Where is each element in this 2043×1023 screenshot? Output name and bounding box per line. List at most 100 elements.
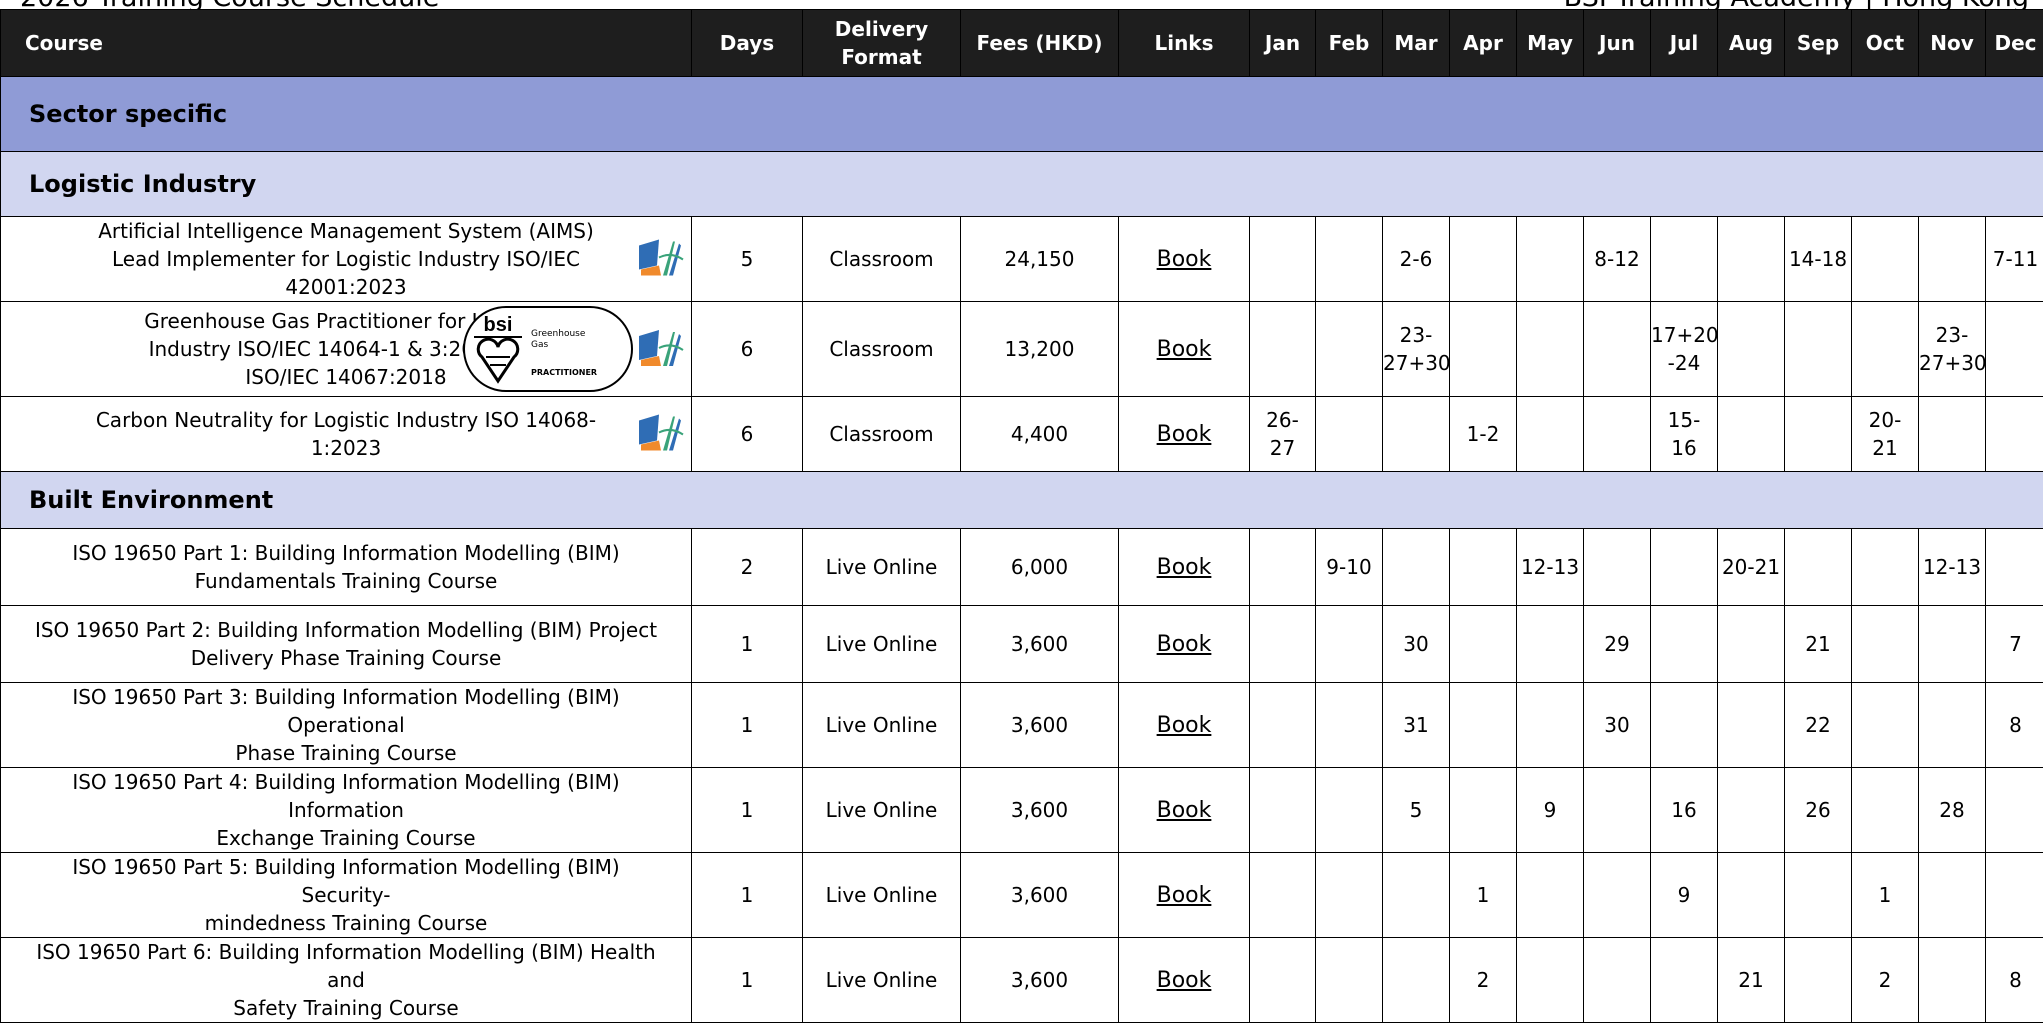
links-cell: Book xyxy=(1119,397,1250,472)
column-header-month: Mar xyxy=(1383,10,1450,77)
month-date-cell xyxy=(1584,397,1651,472)
logistic-icon xyxy=(637,234,685,278)
column-header-month: May xyxy=(1517,10,1584,77)
month-date-cell: 31 xyxy=(1383,683,1450,768)
month-date-cell xyxy=(1718,683,1785,768)
month-date-cell: 20- 21 xyxy=(1852,397,1919,472)
book-link[interactable]: Book xyxy=(1157,968,1212,993)
month-date-cell xyxy=(1986,397,2043,472)
book-link[interactable]: Book xyxy=(1157,555,1212,580)
course-name-line: ISO 19650 Part 3: Building Information M… xyxy=(72,685,619,737)
month-date-cell xyxy=(1250,606,1316,683)
column-header-month: Dec xyxy=(1986,10,2043,77)
links-cell: Book xyxy=(1119,683,1250,768)
days-cell: 1 xyxy=(692,768,803,853)
month-date-cell xyxy=(1584,938,1651,1023)
month-date-cell xyxy=(1517,606,1584,683)
delivery-format-cell: Live Online xyxy=(803,938,961,1023)
month-date-cell xyxy=(1919,853,1986,938)
book-link[interactable]: Book xyxy=(1157,883,1212,908)
table-row: ISO 19650 Part 5: Building Information M… xyxy=(1,853,2043,938)
delivery-format-cell: Classroom xyxy=(803,397,961,472)
logistic-industry-icon xyxy=(637,234,685,285)
fees-cell: 6,000 xyxy=(961,529,1119,606)
column-header-month: Oct xyxy=(1852,10,1919,77)
month-date-cell: 23- 27+30 xyxy=(1919,302,1986,397)
course-name-line: Exchange Training Course xyxy=(216,826,475,850)
course-name-line: Fundamentals Training Course xyxy=(195,569,498,593)
course-name-line: ISO/IEC 14067:2018 xyxy=(245,365,446,389)
month-date-cell: 9 xyxy=(1651,853,1718,938)
sector-heading: Sector specific xyxy=(1,77,2043,152)
column-header-month: Feb xyxy=(1316,10,1383,77)
month-date-cell xyxy=(1450,606,1517,683)
links-cell: Book xyxy=(1119,938,1250,1023)
course-name-line: Lead Implementer for Logistic Industry I… xyxy=(112,247,580,299)
course-name-cell: Greenhouse Gas Practitioner for Logistic… xyxy=(1,302,692,397)
logistic-icon xyxy=(637,324,685,368)
month-date-cell xyxy=(1250,853,1316,938)
logistic-icon xyxy=(637,409,685,453)
month-date-cell: 26- 27 xyxy=(1250,397,1316,472)
days-cell: 1 xyxy=(692,938,803,1023)
month-date-cell xyxy=(1517,853,1584,938)
month-date-cell: 14-18 xyxy=(1785,217,1852,302)
month-date-cell xyxy=(1450,217,1517,302)
month-date-cell xyxy=(1383,853,1450,938)
course-name-line: Delivery Phase Training Course xyxy=(191,646,502,670)
month-date-cell xyxy=(1919,606,1986,683)
month-date-cell xyxy=(1718,768,1785,853)
logistic-industry-icon xyxy=(637,409,685,460)
month-date-cell xyxy=(1250,683,1316,768)
month-date-cell: 7 xyxy=(1986,606,2043,683)
column-header-course: Course xyxy=(1,10,692,77)
book-link[interactable]: Book xyxy=(1157,798,1212,823)
month-date-cell xyxy=(1986,853,2043,938)
month-date-cell xyxy=(1651,606,1718,683)
book-link[interactable]: Book xyxy=(1157,422,1212,447)
month-date-cell: 17+20 -24 xyxy=(1651,302,1718,397)
month-date-cell xyxy=(1718,302,1785,397)
course-name-cell: ISO 19650 Part 5: Building Information M… xyxy=(1,853,692,938)
month-date-cell xyxy=(1919,683,1986,768)
month-date-cell xyxy=(1651,217,1718,302)
month-date-cell: 9-10 xyxy=(1316,529,1383,606)
book-link[interactable]: Book xyxy=(1157,713,1212,738)
course-name-cell: ISO 19650 Part 4: Building Information M… xyxy=(1,768,692,853)
book-link[interactable]: Book xyxy=(1157,632,1212,657)
course-name-line: Safety Training Course xyxy=(233,996,458,1020)
month-date-cell xyxy=(1919,217,1986,302)
month-date-cell xyxy=(1584,768,1651,853)
month-date-cell xyxy=(1785,853,1852,938)
column-header-month: Jun xyxy=(1584,10,1651,77)
month-date-cell: 2 xyxy=(1450,938,1517,1023)
month-date-cell xyxy=(1919,397,1986,472)
fees-cell: 3,600 xyxy=(961,938,1119,1023)
bsi-kitemark-icon: bsi xyxy=(465,309,531,389)
month-date-cell xyxy=(1852,606,1919,683)
days-cell: 5 xyxy=(692,217,803,302)
month-date-cell: 1-2 xyxy=(1450,397,1517,472)
month-date-cell xyxy=(1517,938,1584,1023)
column-header-links: Links xyxy=(1119,10,1250,77)
month-date-cell: 15- 16 xyxy=(1651,397,1718,472)
month-date-cell: 28 xyxy=(1919,768,1986,853)
column-header-month: Apr xyxy=(1450,10,1517,77)
month-date-cell: 12-13 xyxy=(1517,529,1584,606)
table-row: ISO 19650 Part 2: Building Information M… xyxy=(1,606,2043,683)
course-name-cell: ISO 19650 Part 6: Building Information M… xyxy=(1,938,692,1023)
book-link[interactable]: Book xyxy=(1157,247,1212,272)
fees-cell: 3,600 xyxy=(961,768,1119,853)
month-date-cell: 1 xyxy=(1852,853,1919,938)
month-date-cell xyxy=(1450,683,1517,768)
month-date-cell xyxy=(1718,217,1785,302)
month-date-cell xyxy=(1785,302,1852,397)
book-link[interactable]: Book xyxy=(1157,337,1212,362)
column-header-days: Days xyxy=(692,10,803,77)
links-cell: Book xyxy=(1119,768,1250,853)
month-date-cell xyxy=(1316,683,1383,768)
delivery-format-cell: Classroom xyxy=(803,217,961,302)
month-date-cell xyxy=(1584,302,1651,397)
month-date-cell xyxy=(1852,529,1919,606)
table-row: Greenhouse Gas Practitioner for Logistic… xyxy=(1,302,2043,397)
